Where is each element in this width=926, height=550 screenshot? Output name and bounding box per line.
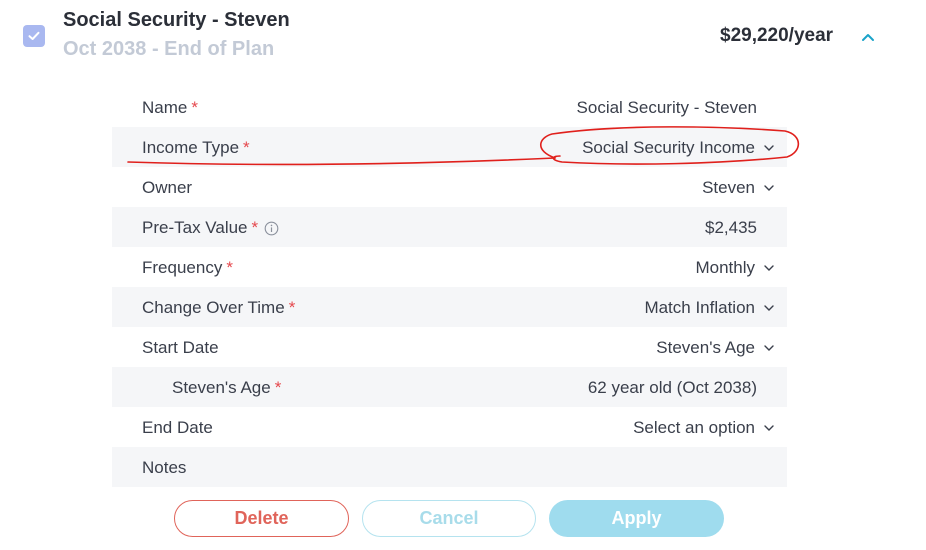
- field-row-end-date: End Date Select an option: [112, 407, 787, 447]
- field-row-pre-tax-value: Pre-Tax Value * $2,435: [112, 207, 787, 247]
- income-date-range: Oct 2038 - End of Plan: [63, 38, 275, 60]
- delete-button[interactable]: Delete: [174, 500, 349, 537]
- field-row-owner: Owner Steven: [112, 167, 787, 207]
- chevron-down-icon: [763, 262, 775, 274]
- field-row-income-type: Income Type * Social Security Income: [112, 127, 787, 167]
- notes-label: Notes: [142, 458, 187, 477]
- field-row-name: Name * Social Security - Steven: [112, 87, 787, 127]
- pre-tax-value-input[interactable]: $2,435: [705, 218, 757, 238]
- action-buttons: Delete Cancel Apply: [0, 500, 926, 538]
- required-marker: *: [243, 138, 250, 157]
- collapse-button[interactable]: [858, 27, 878, 47]
- owner-value: Steven: [702, 178, 755, 197]
- income-type-label: Income Type *: [142, 138, 250, 157]
- checkmark-icon: [28, 31, 40, 40]
- name-input[interactable]: Social Security - Steven: [577, 98, 757, 118]
- frequency-label: Frequency *: [142, 258, 233, 277]
- chevron-up-icon: [862, 34, 874, 41]
- required-marker: *: [191, 98, 198, 117]
- stevens-age-input[interactable]: 62 year old (Oct 2038): [588, 378, 757, 398]
- income-card-header[interactable]: Social Security - Steven Oct 2038 - End …: [0, 0, 926, 80]
- income-title: Social Security - Steven: [63, 9, 290, 31]
- pre-tax-value-label: Pre-Tax Value *: [142, 218, 279, 238]
- owner-select[interactable]: Steven: [702, 178, 775, 198]
- field-row-change-over-time: Change Over Time * Match Inflation: [112, 287, 787, 327]
- apply-button[interactable]: Apply: [549, 500, 724, 537]
- start-date-label: Start Date: [142, 338, 219, 357]
- chevron-down-icon: [763, 182, 775, 194]
- end-date-value: Select an option: [633, 418, 755, 437]
- frequency-value: Monthly: [695, 258, 755, 277]
- frequency-select[interactable]: Monthly: [695, 258, 775, 278]
- chevron-down-icon: [763, 142, 775, 154]
- name-label: Name *: [142, 98, 198, 117]
- required-marker: *: [251, 218, 259, 237]
- required-marker: *: [274, 378, 282, 397]
- change-over-time-value: Match Inflation: [644, 298, 755, 317]
- required-marker: *: [226, 258, 233, 277]
- income-type-value: Social Security Income: [582, 138, 755, 157]
- end-date-select[interactable]: Select an option: [633, 418, 775, 438]
- chevron-down-icon: [763, 342, 775, 354]
- income-form: Name * Social Security - Steven Income Ty…: [112, 87, 787, 487]
- owner-label: Owner: [142, 178, 193, 197]
- field-row-notes[interactable]: Notes: [112, 447, 787, 487]
- stevens-age-label: Steven's Age *: [172, 378, 282, 397]
- end-date-label: End Date: [142, 418, 213, 437]
- chevron-down-icon: [763, 422, 775, 434]
- info-icon[interactable]: [264, 221, 279, 236]
- field-row-start-date: Start Date Steven's Age: [112, 327, 787, 367]
- chevron-down-icon: [763, 302, 775, 314]
- field-row-stevens-age: Steven's Age * 62 year old (Oct 2038): [112, 367, 787, 407]
- start-date-select[interactable]: Steven's Age: [656, 338, 775, 358]
- required-marker: *: [288, 298, 296, 317]
- change-over-time-select[interactable]: Match Inflation: [644, 298, 775, 318]
- income-amount: $29,220/year: [720, 25, 834, 46]
- field-row-frequency: Frequency * Monthly: [112, 247, 787, 287]
- include-checkbox[interactable]: [23, 25, 45, 47]
- change-over-time-label: Change Over Time *: [142, 298, 296, 317]
- cancel-button[interactable]: Cancel: [362, 500, 536, 537]
- income-type-select[interactable]: Social Security Income: [582, 138, 775, 158]
- start-date-value: Steven's Age: [656, 338, 755, 357]
